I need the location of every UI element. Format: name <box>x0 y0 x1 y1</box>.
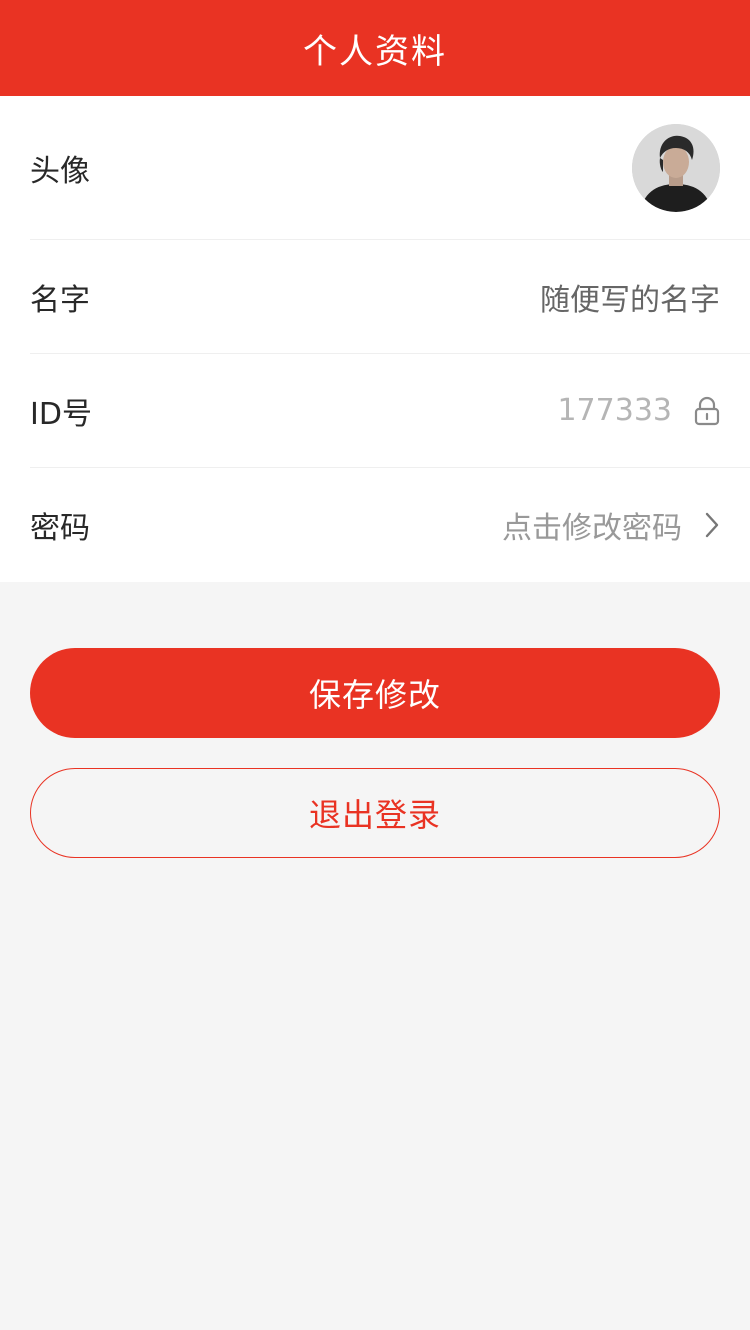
page-header: 个人资料 <box>0 0 750 96</box>
id-label: ID号 <box>30 396 92 432</box>
save-button[interactable]: 保存修改 <box>30 648 720 738</box>
name-row[interactable]: 名字 随便写的名字 <box>30 240 750 354</box>
password-row[interactable]: 密码 点击修改密码 <box>30 468 750 582</box>
name-value[interactable]: 随便写的名字 <box>540 275 720 319</box>
id-value: 177333 <box>557 393 672 428</box>
id-row: ID号 177333 <box>30 354 750 468</box>
page-title: 个人资料 <box>303 31 447 72</box>
name-label: 名字 <box>30 282 90 318</box>
profile-list: 头像 名字 随便写的名字 ID号 177333 密码 点击修改密码 <box>0 96 750 582</box>
password-label: 密码 <box>30 511 90 546</box>
change-password-link[interactable]: 点击修改密码 <box>502 503 682 547</box>
id-right: 177333 <box>557 393 720 428</box>
avatar[interactable] <box>632 123 720 212</box>
password-right[interactable]: 点击修改密码 <box>502 503 720 547</box>
avatar-row[interactable]: 头像 <box>30 96 750 240</box>
avatar-label: 头像 <box>30 153 90 189</box>
avatar-container[interactable] <box>632 123 720 212</box>
chevron-right-icon <box>704 511 720 539</box>
lock-icon <box>694 396 720 426</box>
logout-button[interactable]: 退出登录 <box>30 768 720 858</box>
